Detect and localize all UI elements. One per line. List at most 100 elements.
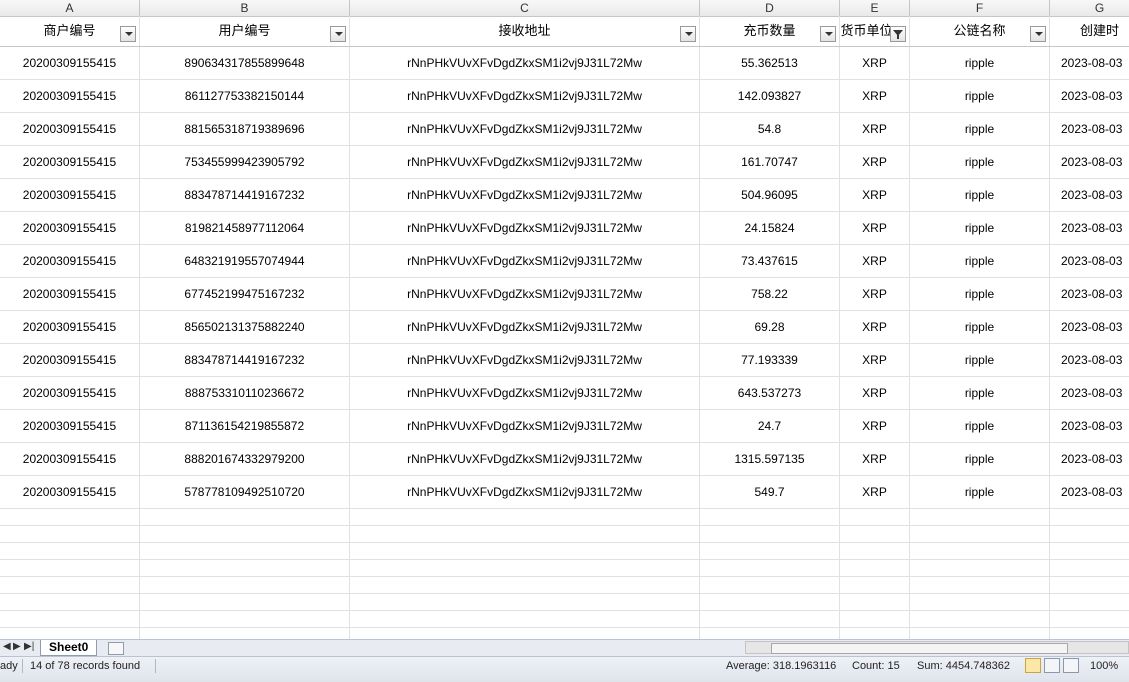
table-cell[interactable]: 881565318719389696	[140, 113, 350, 145]
table-cell[interactable]: rNnPHkVUvXFvDgdZkxSM1i2vj9J31L72Mw	[350, 212, 700, 244]
table-cell[interactable]: 888201674332979200	[140, 443, 350, 475]
empty-cell[interactable]	[350, 509, 700, 525]
table-cell[interactable]: ripple	[910, 410, 1050, 442]
table-cell[interactable]: 20200309155415	[0, 443, 140, 475]
empty-cell[interactable]	[0, 611, 140, 627]
empty-cell[interactable]	[840, 628, 910, 639]
empty-cell[interactable]	[0, 594, 140, 610]
table-cell[interactable]: 20200309155415	[0, 212, 140, 244]
filter-active-icon[interactable]	[890, 26, 906, 42]
empty-cell[interactable]	[910, 628, 1050, 639]
empty-cell[interactable]	[910, 526, 1050, 542]
empty-cell[interactable]	[840, 543, 910, 559]
table-cell[interactable]: rNnPHkVUvXFvDgdZkxSM1i2vj9J31L72Mw	[350, 47, 700, 79]
empty-cell[interactable]	[700, 526, 840, 542]
empty-cell[interactable]	[0, 628, 140, 639]
empty-cell[interactable]	[910, 560, 1050, 576]
table-cell[interactable]: 20200309155415	[0, 80, 140, 112]
column-letter[interactable]: A	[0, 0, 140, 16]
table-cell[interactable]: 504.96095	[700, 179, 840, 211]
column-letter[interactable]: B	[140, 0, 350, 16]
empty-cell[interactable]	[1050, 560, 1129, 576]
table-cell[interactable]: 2023-08-03	[1050, 245, 1129, 277]
table-cell[interactable]: 73.437615	[700, 245, 840, 277]
table-cell[interactable]: 55.362513	[700, 47, 840, 79]
filter-dropdown-icon[interactable]	[820, 26, 836, 42]
table-cell[interactable]: rNnPHkVUvXFvDgdZkxSM1i2vj9J31L72Mw	[350, 113, 700, 145]
table-cell[interactable]: 20200309155415	[0, 476, 140, 508]
empty-cell[interactable]	[140, 526, 350, 542]
normal-view-icon[interactable]	[1025, 658, 1041, 673]
table-cell[interactable]: 20200309155415	[0, 179, 140, 211]
table-cell[interactable]: XRP	[840, 245, 910, 277]
table-cell[interactable]: 24.7	[700, 410, 840, 442]
empty-cell[interactable]	[840, 577, 910, 593]
header-cell[interactable]: 创建时	[1050, 16, 1129, 46]
empty-cell[interactable]	[700, 577, 840, 593]
table-cell[interactable]: 578778109492510720	[140, 476, 350, 508]
sheet-tab-sheet0[interactable]: Sheet0	[40, 640, 98, 656]
next-sheet-icon[interactable]: ▶	[13, 641, 21, 652]
table-cell[interactable]: 161.70747	[700, 146, 840, 178]
table-cell[interactable]: 69.28	[700, 311, 840, 343]
table-cell[interactable]: 648321919557074944	[140, 245, 350, 277]
header-cell[interactable]: 充币数量	[700, 16, 840, 46]
table-cell[interactable]: ripple	[910, 344, 1050, 376]
empty-cell[interactable]	[350, 560, 700, 576]
table-cell[interactable]: 883478714419167232	[140, 344, 350, 376]
table-cell[interactable]: 2023-08-03	[1050, 410, 1129, 442]
empty-cell[interactable]	[910, 509, 1050, 525]
table-cell[interactable]: 20200309155415	[0, 410, 140, 442]
empty-cell[interactable]	[140, 577, 350, 593]
header-cell[interactable]: 公链名称	[910, 16, 1050, 46]
table-cell[interactable]: 2023-08-03	[1050, 476, 1129, 508]
empty-cell[interactable]	[350, 594, 700, 610]
table-cell[interactable]: 2023-08-03	[1050, 344, 1129, 376]
table-cell[interactable]: XRP	[840, 443, 910, 475]
table-cell[interactable]: 819821458977112064	[140, 212, 350, 244]
filter-dropdown-icon[interactable]	[120, 26, 136, 42]
table-cell[interactable]: 2023-08-03	[1050, 179, 1129, 211]
table-cell[interactable]: 643.537273	[700, 377, 840, 409]
table-cell[interactable]: 20200309155415	[0, 47, 140, 79]
header-cell[interactable]: 接收地址	[350, 16, 700, 46]
page-layout-icon[interactable]	[1044, 658, 1060, 673]
empty-cell[interactable]	[140, 611, 350, 627]
empty-cell[interactable]	[140, 543, 350, 559]
empty-cell[interactable]	[0, 543, 140, 559]
empty-cell[interactable]	[0, 560, 140, 576]
header-cell[interactable]: 用户编号	[140, 16, 350, 46]
empty-cell[interactable]	[910, 577, 1050, 593]
empty-cell[interactable]	[1050, 526, 1129, 542]
empty-cell[interactable]	[1050, 628, 1129, 639]
empty-cell[interactable]	[1050, 543, 1129, 559]
scrollbar-thumb[interactable]	[771, 643, 1068, 654]
table-cell[interactable]: XRP	[840, 344, 910, 376]
empty-cell[interactable]	[350, 611, 700, 627]
empty-cell[interactable]	[0, 509, 140, 525]
table-cell[interactable]: 20200309155415	[0, 245, 140, 277]
table-cell[interactable]: 2023-08-03	[1050, 80, 1129, 112]
header-cell[interactable]: 商户编号	[0, 16, 140, 46]
table-cell[interactable]: ripple	[910, 311, 1050, 343]
table-cell[interactable]: XRP	[840, 146, 910, 178]
empty-cell[interactable]	[140, 628, 350, 639]
empty-cell[interactable]	[910, 611, 1050, 627]
table-cell[interactable]: XRP	[840, 377, 910, 409]
page-break-preview-icon[interactable]	[1063, 658, 1079, 673]
table-cell[interactable]: 77.193339	[700, 344, 840, 376]
table-cell[interactable]: 871136154219855872	[140, 410, 350, 442]
table-cell[interactable]: 883478714419167232	[140, 179, 350, 211]
table-cell[interactable]: 856502131375882240	[140, 311, 350, 343]
table-cell[interactable]: XRP	[840, 311, 910, 343]
last-sheet-icon[interactable]: ▶|	[24, 641, 34, 652]
table-cell[interactable]: rNnPHkVUvXFvDgdZkxSM1i2vj9J31L72Mw	[350, 80, 700, 112]
table-cell[interactable]: rNnPHkVUvXFvDgdZkxSM1i2vj9J31L72Mw	[350, 476, 700, 508]
table-cell[interactable]: 24.15824	[700, 212, 840, 244]
empty-cell[interactable]	[1050, 509, 1129, 525]
table-cell[interactable]: 549.7	[700, 476, 840, 508]
table-cell[interactable]: ripple	[910, 476, 1050, 508]
column-letter[interactable]: D	[700, 0, 840, 16]
empty-cell[interactable]	[140, 560, 350, 576]
table-cell[interactable]: 20200309155415	[0, 113, 140, 145]
